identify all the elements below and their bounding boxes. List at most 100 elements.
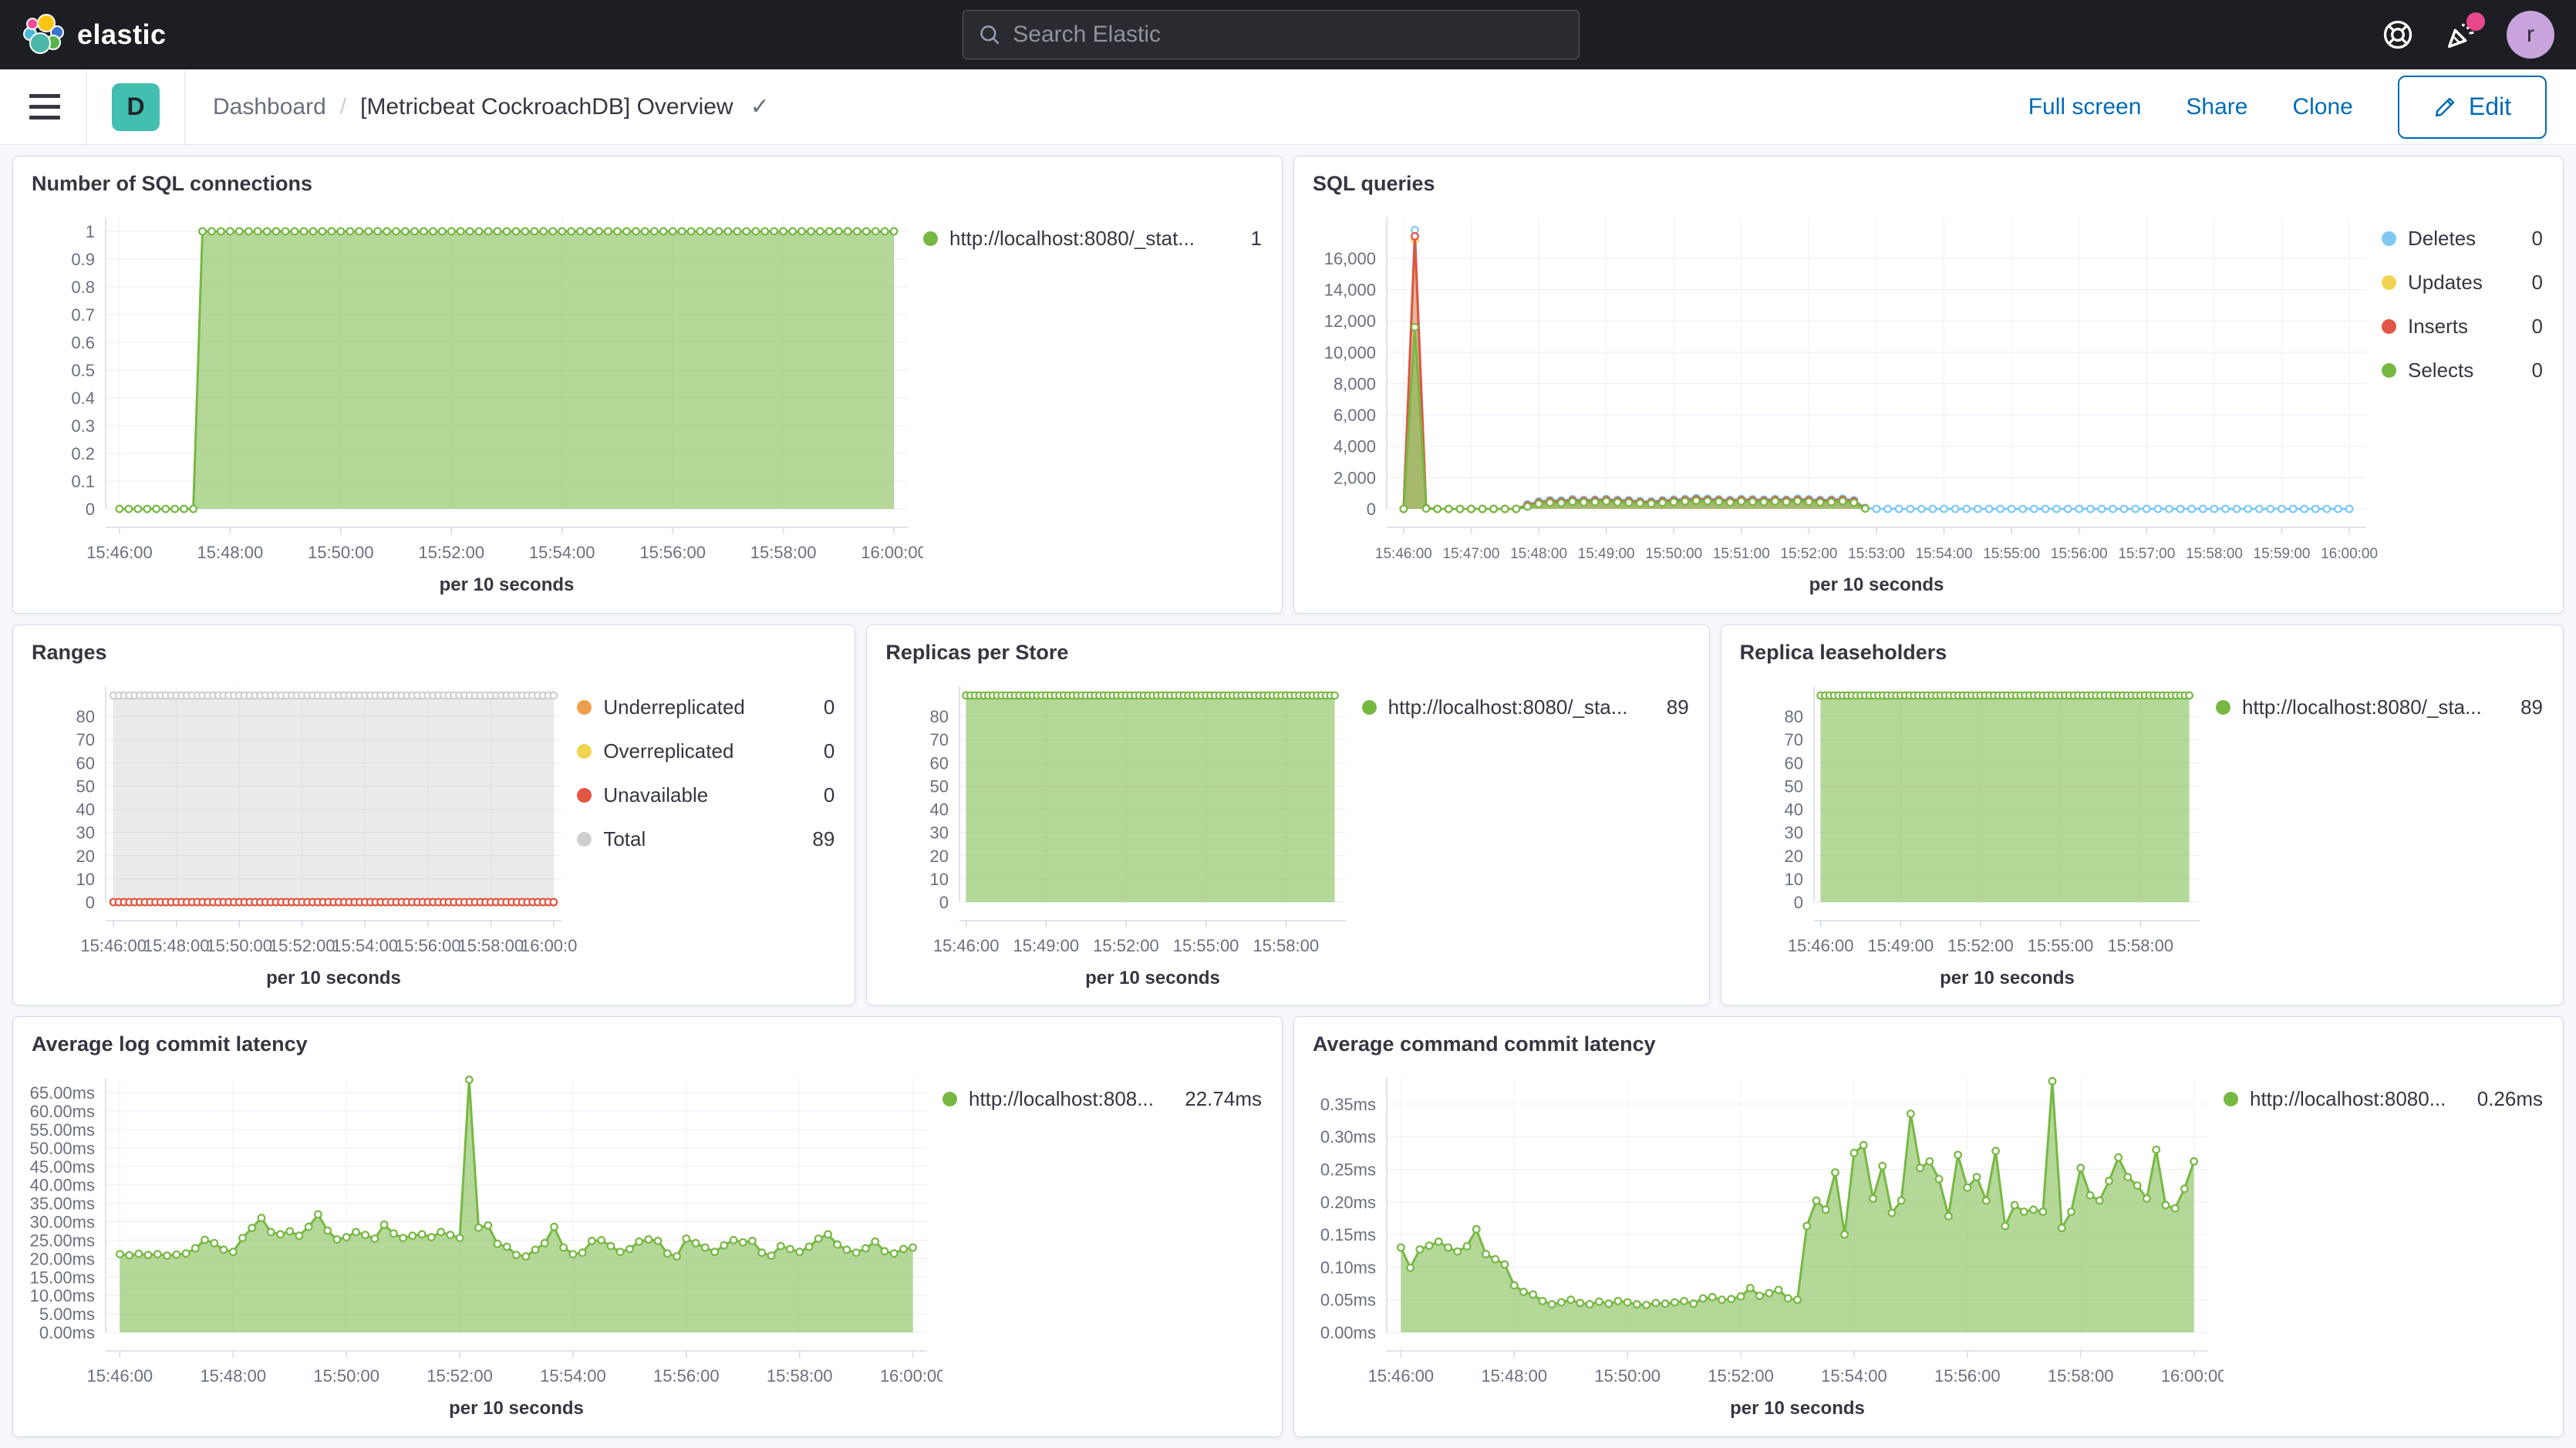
full-screen-button[interactable]: Full screen bbox=[2028, 94, 2142, 120]
svg-text:15:46:00: 15:46:00 bbox=[87, 1366, 153, 1386]
replicas-per-store-chart: 0102030405060708015:46:0015:49:0015:52:0… bbox=[882, 666, 1361, 993]
svg-text:15:59:00: 15:59:00 bbox=[2254, 546, 2311, 562]
chart-svg: 0.00ms0.05ms0.10ms0.15ms0.20ms0.25ms0.30… bbox=[1310, 1058, 2224, 1423]
series-color-dot bbox=[2224, 1092, 2238, 1106]
svg-text:per 10 seconds: per 10 seconds bbox=[440, 574, 575, 595]
svg-text:15:51:00: 15:51:00 bbox=[1713, 546, 1770, 562]
svg-text:15:55:00: 15:55:00 bbox=[1983, 546, 2040, 562]
top-navbar: elastic bbox=[0, 0, 2576, 69]
badge-letter: D bbox=[126, 93, 144, 121]
svg-text:0: 0 bbox=[939, 893, 949, 912]
svg-text:15:56:00: 15:56:00 bbox=[1934, 1366, 2001, 1386]
svg-text:15:53:00: 15:53:00 bbox=[1848, 546, 1905, 562]
legend-item[interactable]: Inserts0 bbox=[2382, 315, 2543, 338]
share-button[interactable]: Share bbox=[2186, 94, 2247, 120]
svg-text:40: 40 bbox=[930, 800, 949, 820]
clone-button[interactable]: Clone bbox=[2292, 94, 2352, 120]
svg-text:14,000: 14,000 bbox=[1324, 280, 1376, 299]
legend-item[interactable]: http://localhost:8080/_sta...89 bbox=[2216, 695, 2543, 719]
legend-item[interactable]: Deletes0 bbox=[2382, 227, 2543, 251]
svg-text:0.00ms: 0.00ms bbox=[1320, 1323, 1376, 1342]
legend-item[interactable]: http://localhost:8080/_sta...89 bbox=[1362, 695, 1689, 719]
panel-title: Number of SQL connections bbox=[32, 172, 1266, 196]
svg-text:per 10 seconds: per 10 seconds bbox=[1085, 968, 1220, 988]
chart-svg: 00.10.20.30.40.50.60.70.80.9115:46:0015:… bbox=[29, 197, 923, 600]
svg-text:16:00:00: 16:00:00 bbox=[2321, 546, 2378, 562]
legend-item[interactable]: http://localhost:808...22.74ms bbox=[942, 1087, 1262, 1111]
svg-text:16:00:00: 16:00:00 bbox=[861, 543, 923, 562]
newsfeed-icon[interactable] bbox=[2443, 17, 2479, 52]
svg-text:70: 70 bbox=[76, 730, 95, 749]
page-title: [Metricbeat CockroachDB] Overview bbox=[360, 94, 733, 120]
legend-value: 0 bbox=[2515, 227, 2543, 251]
svg-text:30: 30 bbox=[1784, 823, 1802, 843]
svg-text:per 10 seconds: per 10 seconds bbox=[449, 1398, 584, 1419]
saved-check-icon[interactable]: ✓ bbox=[750, 93, 770, 120]
panel-ranges: Ranges 0102030405060708015:46:0015:48:00… bbox=[12, 625, 855, 1005]
panel-number-of-sql-connections: Number of SQL connections 00.10.20.30.40… bbox=[12, 156, 1283, 614]
panel-title: Ranges bbox=[32, 641, 839, 665]
legend-item[interactable]: Selects0 bbox=[2382, 359, 2543, 382]
legend-item[interactable]: Underreplicated0 bbox=[577, 695, 835, 719]
legend-item[interactable]: http://localhost:8080...0.26ms bbox=[2224, 1087, 2543, 1111]
replica-leaseholders-chart: 0102030405060708015:46:0015:49:0015:52:0… bbox=[1737, 666, 2216, 993]
edit-button-label: Edit bbox=[2469, 93, 2511, 121]
dashboard-app-badge[interactable]: D bbox=[112, 83, 160, 131]
svg-text:30: 30 bbox=[930, 823, 949, 843]
svg-text:10: 10 bbox=[930, 870, 949, 889]
svg-text:15:48:00: 15:48:00 bbox=[143, 936, 210, 955]
legend-item[interactable]: Overreplicated0 bbox=[577, 739, 835, 763]
search-icon bbox=[979, 23, 1000, 46]
legend-item[interactable]: Unavailable0 bbox=[577, 783, 835, 807]
breadcrumb-dashboard-link[interactable]: Dashboard bbox=[213, 94, 326, 120]
svg-text:30.00ms: 30.00ms bbox=[30, 1213, 95, 1232]
global-search[interactable] bbox=[963, 10, 1580, 59]
legend-value: 0 bbox=[807, 739, 835, 763]
svg-text:12,000: 12,000 bbox=[1324, 311, 1376, 331]
search-input[interactable] bbox=[1013, 22, 1563, 48]
svg-text:45.00ms: 45.00ms bbox=[30, 1157, 95, 1177]
svg-text:0.20ms: 0.20ms bbox=[1320, 1193, 1376, 1212]
legend-value: 89 bbox=[2504, 695, 2543, 719]
svg-text:40: 40 bbox=[1784, 800, 1802, 820]
notification-dot bbox=[2466, 12, 2485, 31]
svg-text:15:52:00: 15:52:00 bbox=[1780, 546, 1837, 562]
series-color-dot bbox=[577, 700, 592, 715]
svg-text:15:58:00: 15:58:00 bbox=[2186, 546, 2243, 562]
logo-wordmark: elastic bbox=[77, 19, 167, 51]
legend-item[interactable]: Updates0 bbox=[2382, 271, 2543, 295]
avatar[interactable]: r bbox=[2507, 11, 2554, 59]
help-icon[interactable] bbox=[2380, 17, 2416, 52]
chart-legend: http://localhost:8080/_stat...1 bbox=[923, 197, 1266, 613]
legend-item[interactable]: Total89 bbox=[577, 827, 835, 851]
svg-text:15:46:00: 15:46:00 bbox=[933, 936, 1000, 955]
dashboard-toolbar: D Dashboard / [Metricbeat CockroachDB] O… bbox=[0, 69, 2576, 145]
svg-text:per 10 seconds: per 10 seconds bbox=[1940, 968, 2075, 988]
svg-text:20: 20 bbox=[1784, 847, 1802, 866]
svg-text:30: 30 bbox=[76, 823, 95, 843]
svg-text:25.00ms: 25.00ms bbox=[30, 1231, 95, 1250]
svg-text:10,000: 10,000 bbox=[1324, 343, 1376, 362]
svg-text:15:52:00: 15:52:00 bbox=[269, 936, 335, 955]
svg-text:50.00ms: 50.00ms bbox=[30, 1139, 95, 1158]
svg-text:15:50:00: 15:50:00 bbox=[313, 1366, 379, 1386]
svg-text:6,000: 6,000 bbox=[1334, 406, 1376, 425]
chart-svg: 0102030405060708015:46:0015:48:0015:50:0… bbox=[29, 666, 577, 993]
svg-text:50: 50 bbox=[76, 776, 95, 796]
svg-text:15:52:00: 15:52:00 bbox=[1947, 936, 2014, 955]
svg-text:15:46:00: 15:46:00 bbox=[80, 936, 147, 955]
svg-text:0: 0 bbox=[1793, 893, 1802, 912]
elastic-logo-icon bbox=[23, 14, 65, 56]
series-color-dot bbox=[2382, 363, 2396, 378]
avatar-initial: r bbox=[2527, 22, 2534, 48]
svg-text:15:57:00: 15:57:00 bbox=[2118, 546, 2175, 562]
elastic-logo[interactable]: elastic bbox=[23, 14, 167, 56]
legend-label: http://localhost:8080... bbox=[2250, 1087, 2446, 1111]
menu-icon[interactable] bbox=[29, 94, 60, 120]
edit-button[interactable]: Edit bbox=[2398, 76, 2547, 139]
panel-title: Replica leaseholders bbox=[1740, 641, 2547, 665]
svg-text:0.25ms: 0.25ms bbox=[1320, 1160, 1376, 1179]
legend-value: 89 bbox=[1650, 695, 1689, 719]
chart-svg: 0.00ms5.00ms10.00ms15.00ms20.00ms25.00ms… bbox=[29, 1058, 942, 1423]
legend-item[interactable]: http://localhost:8080/_stat...1 bbox=[923, 227, 1262, 251]
